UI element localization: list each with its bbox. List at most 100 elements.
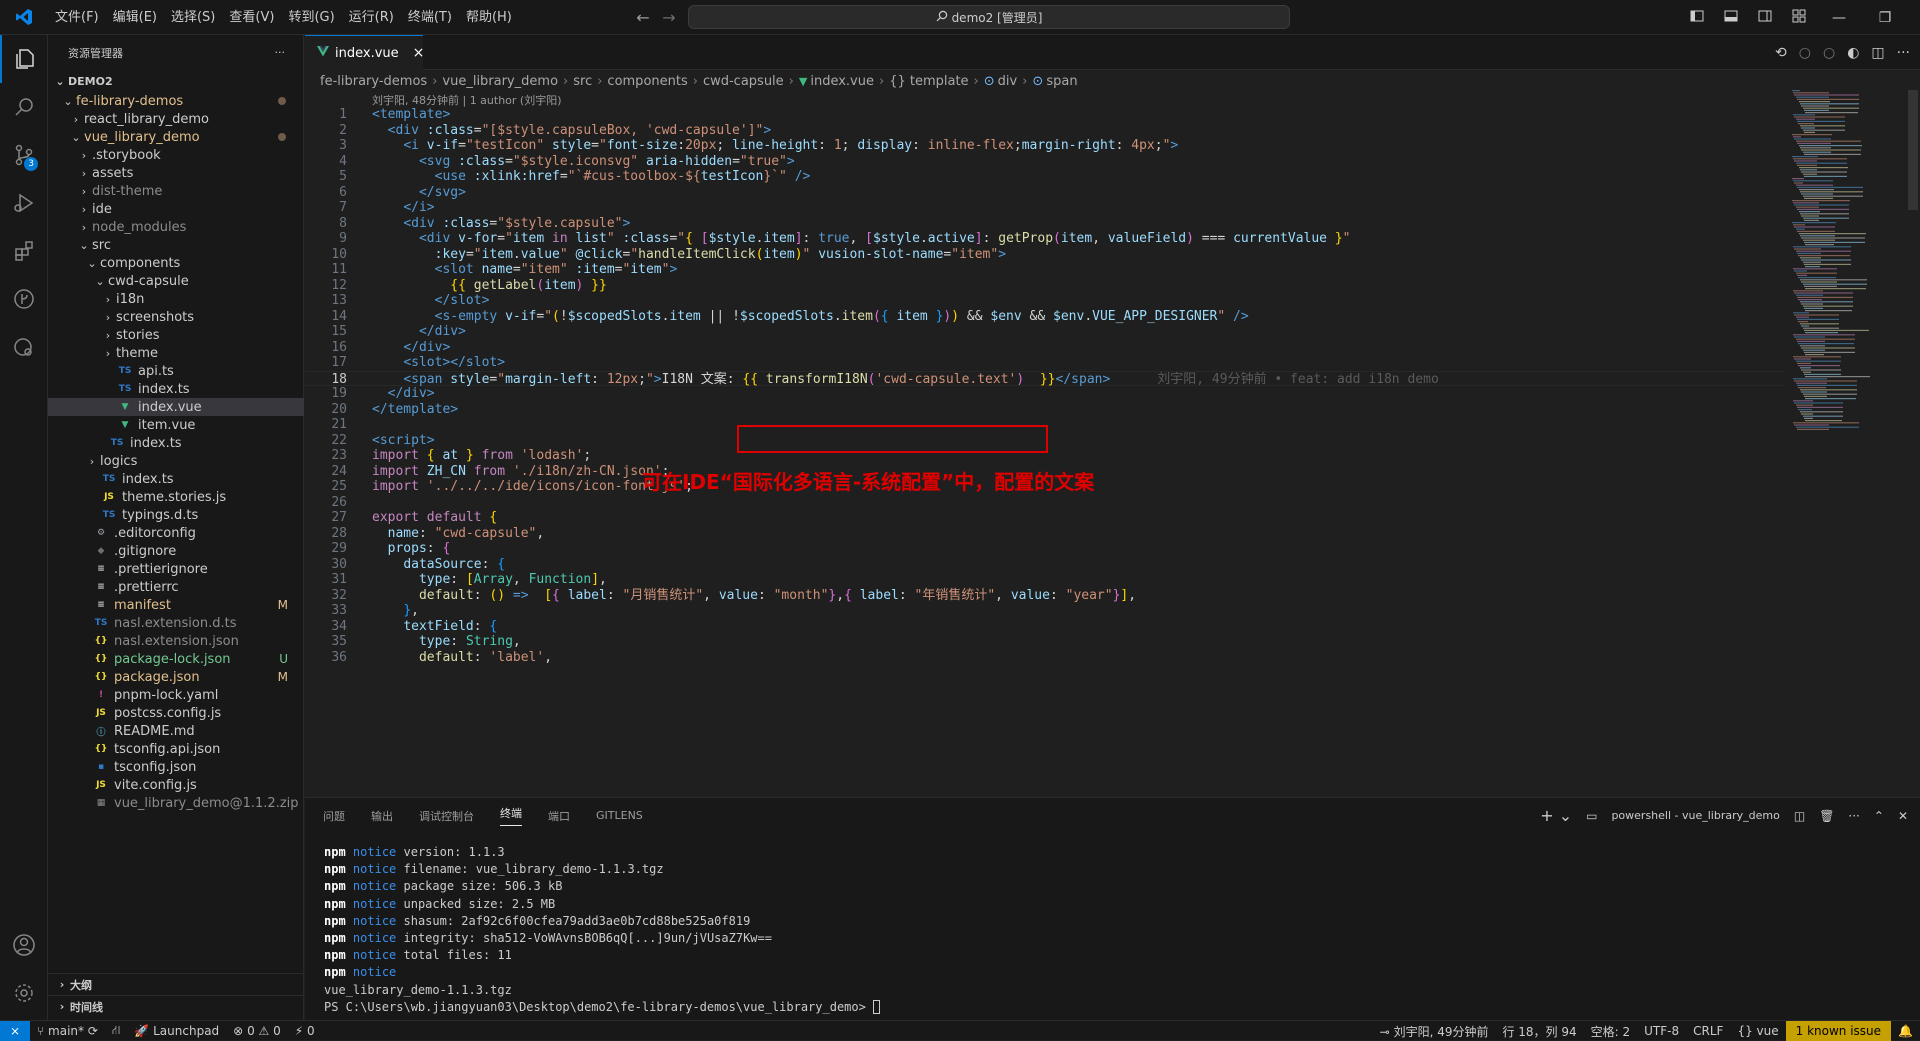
- code-line[interactable]: 14 <s-empty v-if="(!$scopedSlots.item ||…: [305, 309, 1785, 325]
- codelens-authors[interactable]: 刘宇阳, 48分钟前 | 1 author (刘宇阳): [372, 92, 562, 108]
- tree-item[interactable]: TS index.ts: [48, 470, 304, 488]
- new-terminal-icon[interactable]: + ⌄: [1540, 806, 1572, 825]
- tab-index-vue[interactable]: index.vue ×: [305, 35, 425, 70]
- tree-item[interactable]: TS index.ts: [48, 434, 304, 452]
- toggle-secondary-sidebar-icon[interactable]: [1748, 9, 1782, 27]
- encoding[interactable]: UTF-8: [1637, 1024, 1686, 1038]
- accounts-icon[interactable]: [0, 921, 48, 969]
- run-debug-icon[interactable]: [0, 179, 48, 227]
- open-changes-icon[interactable]: ⟲: [1775, 45, 1787, 61]
- known-issue-badge[interactable]: 1 known issue: [1785, 1021, 1892, 1041]
- tree-item[interactable]: › node_modules: [48, 218, 304, 236]
- code-line[interactable]: 30 dataSource: {: [305, 557, 1785, 573]
- tree-item[interactable]: ▪ tsconfig.json: [48, 758, 304, 776]
- cursor-position[interactable]: 行 18，列 94: [1495, 1023, 1583, 1040]
- kill-terminal-icon[interactable]: 🗑: [1819, 809, 1834, 823]
- tree-item[interactable]: ▼ index.vue: [48, 398, 304, 416]
- menu-item[interactable]: 文件(F): [48, 0, 106, 35]
- minimap[interactable]: [1790, 90, 1905, 450]
- close-tab-icon[interactable]: ×: [413, 45, 425, 61]
- timeline-section[interactable]: › 时间线: [48, 995, 304, 1017]
- code-line[interactable]: 5 <use :xlink:href="`#cus-toolbox-${test…: [305, 169, 1785, 185]
- remote-icon[interactable]: ⨯: [0, 1020, 30, 1041]
- breadcrumb-item[interactable]: fe-library-demos: [320, 74, 427, 89]
- tree-item[interactable]: ≡ .prettierignore: [48, 560, 304, 578]
- tree-item[interactable]: › dist-theme: [48, 182, 304, 200]
- toggle-panel-icon[interactable]: [1714, 9, 1748, 27]
- tree-item[interactable]: › theme: [48, 344, 304, 362]
- tree-item[interactable]: › react_library_demo: [48, 110, 304, 128]
- restore-icon[interactable]: ❐: [1862, 10, 1908, 26]
- code-line[interactable]: 4 <svg :class="$style.iconsvg" aria-hidd…: [305, 154, 1785, 170]
- breadcrumb-item[interactable]: src: [573, 74, 592, 89]
- code-line[interactable]: 7 </i>: [305, 200, 1785, 216]
- tree-item[interactable]: › ide: [48, 200, 304, 218]
- breadcrumb-item[interactable]: cwd-capsule: [703, 74, 784, 89]
- code-line[interactable]: 36 default: 'label',: [305, 650, 1785, 666]
- tree-item[interactable]: ⚙ .editorconfig: [48, 524, 304, 542]
- source-control-icon[interactable]: 3: [0, 131, 48, 179]
- code-line[interactable]: 13 </slot>: [305, 293, 1785, 309]
- breadcrumb-item[interactable]: index.vue: [810, 74, 874, 89]
- code-line[interactable]: 12 {{ getLabel(item) }}: [305, 278, 1785, 294]
- minimize-icon[interactable]: —: [1816, 10, 1862, 26]
- tree-item[interactable]: ⌄ fe-library-demos: [48, 92, 304, 110]
- code-line[interactable]: 18 <span style="margin-left: 12px;">I18N…: [305, 370, 1785, 387]
- forward-arrow-icon[interactable]: →: [656, 8, 682, 27]
- tree-item[interactable]: › stories: [48, 326, 304, 344]
- gitlens-inspect-icon[interactable]: [0, 323, 48, 371]
- split-editor-icon[interactable]: ◫: [1871, 45, 1884, 61]
- menu-item[interactable]: 帮助(H): [459, 0, 519, 35]
- explorer-icon[interactable]: [0, 35, 48, 83]
- tree-item[interactable]: ⌄ src: [48, 236, 304, 254]
- breadcrumb-item[interactable]: {} template: [889, 74, 968, 89]
- tree-item[interactable]: › screenshots: [48, 308, 304, 326]
- code-line[interactable]: 6 </svg>: [305, 185, 1785, 201]
- code-line[interactable]: 2 <div :class="[$style.capsuleBox, 'cwd-…: [305, 123, 1785, 139]
- menu-item[interactable]: 转到(G): [281, 0, 341, 35]
- outline-section[interactable]: › 大纲: [48, 973, 304, 995]
- gitlens-icon[interactable]: [0, 275, 48, 323]
- tree-item[interactable]: › i18n: [48, 290, 304, 308]
- tree-item[interactable]: › logics: [48, 452, 304, 470]
- next-change-icon[interactable]: ○: [1823, 45, 1835, 61]
- split-terminal-icon[interactable]: ◫: [1794, 809, 1805, 823]
- tree-item[interactable]: {} nasl.extension.json: [48, 632, 304, 650]
- breadcrumb-item[interactable]: vue_library_demo: [442, 74, 558, 89]
- panel-tab[interactable]: 调试控制台: [419, 808, 474, 824]
- editor-scrollbar[interactable]: [1908, 90, 1918, 210]
- tree-item[interactable]: {} package-lock.json U: [48, 650, 304, 668]
- code-line[interactable]: 35 type: String,: [305, 634, 1785, 650]
- tree-item[interactable]: {} package.json M: [48, 668, 304, 686]
- close-panel-icon[interactable]: ✕: [1898, 809, 1908, 823]
- menu-item[interactable]: 选择(S): [164, 0, 222, 35]
- menu-item[interactable]: 查看(V): [222, 0, 281, 35]
- previous-change-icon[interactable]: ○: [1799, 45, 1811, 61]
- command-center[interactable]: demo2 [管理员]: [688, 5, 1290, 29]
- more-actions-icon[interactable]: ···: [275, 46, 286, 59]
- tree-item[interactable]: TS typings.d.ts: [48, 506, 304, 524]
- tree-item[interactable]: {} tsconfig.api.json: [48, 740, 304, 758]
- tree-item[interactable]: TS index.ts: [48, 380, 304, 398]
- panel-tab[interactable]: 端口: [548, 808, 570, 824]
- menu-item[interactable]: 编辑(E): [106, 0, 164, 35]
- breadcrumb-item[interactable]: components: [607, 74, 687, 89]
- problems-status[interactable]: ⊗ 0 ⚠ 0: [226, 1024, 288, 1038]
- branch-status[interactable]: ⑂ main* ⟳: [30, 1024, 105, 1038]
- code-line[interactable]: 19 </div>: [305, 386, 1785, 402]
- menu-item[interactable]: 运行(R): [342, 0, 401, 35]
- blame-status[interactable]: ⊸ 刘宇阳, 49分钟前: [1373, 1023, 1496, 1040]
- panel-tab[interactable]: 终端: [500, 805, 522, 826]
- maximize-panel-icon[interactable]: ⌃: [1874, 809, 1884, 823]
- tree-item[interactable]: ▼ item.vue: [48, 416, 304, 434]
- tree-item[interactable]: TS nasl.extension.d.ts: [48, 614, 304, 632]
- menu-item[interactable]: 终端(T): [401, 0, 459, 35]
- code-line[interactable]: 29 props: {: [305, 541, 1785, 557]
- code-line[interactable]: 26: [305, 495, 1785, 511]
- settings-gear-icon[interactable]: [0, 969, 48, 1017]
- terminal-output[interactable]: npm notice version: 1.1.3 npm notice file…: [324, 844, 881, 1016]
- code-line[interactable]: 8 <div :class="$style.capsule">: [305, 216, 1785, 232]
- tree-item[interactable]: ! pnpm-lock.yaml: [48, 686, 304, 704]
- panel-tab[interactable]: GITLENS: [596, 809, 643, 822]
- tree-item[interactable]: ▦ vue_library_demo@1.1.2.zip: [48, 794, 304, 812]
